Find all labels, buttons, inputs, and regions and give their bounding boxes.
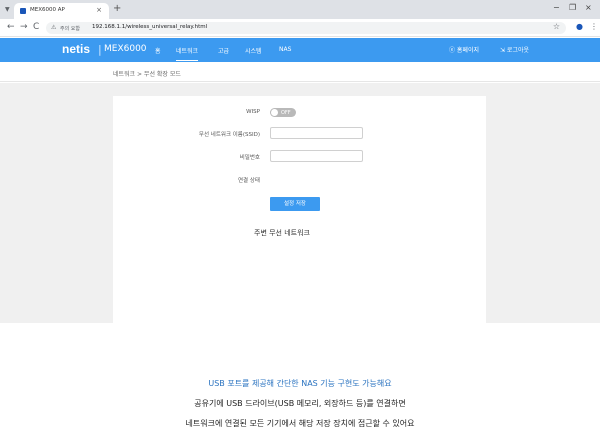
tab-search-icon[interactable]: ▼ bbox=[5, 6, 10, 13]
minimize-icon[interactable]: − bbox=[553, 3, 560, 12]
forward-icon[interactable]: → bbox=[20, 22, 28, 32]
logo-separator: | bbox=[98, 43, 102, 56]
tab-close-icon[interactable]: × bbox=[96, 6, 102, 14]
model-name: MEX6000 bbox=[104, 44, 147, 54]
nav-nas[interactable]: NAS bbox=[279, 46, 291, 53]
breadcrumb: 네트워크 > 무선 확장 모드 bbox=[113, 71, 181, 78]
ssid-input[interactable] bbox=[270, 127, 363, 139]
password-label: 비밀번호 bbox=[239, 155, 260, 161]
nav-advanced[interactable]: 고급 bbox=[218, 46, 229, 55]
homepage-link[interactable]: ⓔ 홈페이지 bbox=[449, 45, 479, 54]
caption-line-2: 네트워크에 연결된 모든 기기에서 해당 저장 장치에 접근할 수 있어요 bbox=[185, 419, 415, 428]
back-icon[interactable]: ← bbox=[7, 22, 15, 32]
ssid-label: 무선 네트워크 이름(SSID) bbox=[198, 132, 260, 138]
password-input[interactable] bbox=[270, 150, 363, 162]
browser-tab[interactable]: MEX6000 AP × bbox=[14, 3, 109, 19]
tab-title: MEX6000 AP bbox=[30, 7, 65, 13]
close-window-icon[interactable]: × bbox=[585, 3, 592, 12]
nav-network[interactable]: 네트워크 bbox=[176, 46, 199, 61]
favicon-icon bbox=[20, 8, 26, 14]
profile-icon[interactable]: ● bbox=[576, 22, 583, 31]
nav-home[interactable]: 홈 bbox=[155, 46, 161, 55]
toggle-knob bbox=[271, 109, 278, 116]
url-text[interactable]: 192.168.1.1/wireless_universal_relay.htm… bbox=[92, 24, 207, 30]
caption-headline: USB 포트를 제공해 간단한 NAS 기능 구현도 가능해요 bbox=[208, 379, 392, 388]
toggle-state: OFF bbox=[281, 109, 291, 116]
wisp-toggle[interactable]: OFF bbox=[270, 108, 296, 117]
maximize-icon[interactable]: ❐ bbox=[569, 3, 576, 12]
logout-link[interactable]: ⇲ 로그아웃 bbox=[500, 45, 529, 54]
nav-system[interactable]: 시스템 bbox=[245, 46, 262, 55]
breadcrumb-bar: 네트워크 > 무선 확장 모드 bbox=[0, 62, 600, 82]
settings-card: WISP OFF 무선 네트워크 이름(SSID) 비밀번호 연결 상태 설정 … bbox=[113, 96, 486, 323]
browser-menu-icon[interactable]: ⋮ bbox=[590, 22, 598, 31]
caption-line-1: 공유기에 USB 드라이브(USB 메모리, 외장하드 등)를 연결하면 bbox=[194, 399, 406, 408]
reload-icon[interactable]: C bbox=[33, 22, 39, 32]
warning-icon[interactable]: ⚠ bbox=[51, 24, 56, 31]
content-area: WISP OFF 무선 네트워크 이름(SSID) 비밀번호 연결 상태 설정 … bbox=[0, 83, 600, 323]
wisp-label: WISP bbox=[246, 109, 260, 115]
address-bar: ← → C ⚠ 주의 요함 192.168.1.1/wireless_unive… bbox=[0, 19, 600, 37]
router-header: netis | MEX6000 홈 네트워크 고급 시스템 NAS ⓔ 홈페이지… bbox=[0, 38, 600, 62]
save-settings-button[interactable]: 설정 저장 bbox=[270, 197, 320, 211]
netis-logo[interactable]: netis bbox=[62, 42, 90, 56]
connection-status-label: 연결 상태 bbox=[238, 178, 260, 184]
new-tab-icon[interactable]: + bbox=[113, 3, 121, 14]
bookmark-star-icon[interactable]: ☆ bbox=[553, 22, 560, 31]
nearby-networks-title: 주변 무선 네트워크 bbox=[254, 229, 310, 237]
url-omnibox[interactable]: ⚠ 주의 요함 192.168.1.1/wireless_universal_r… bbox=[46, 22, 566, 34]
browser-tab-bar: ▼ MEX6000 AP × + − ❐ × bbox=[0, 0, 600, 19]
security-status[interactable]: 주의 요함 bbox=[60, 25, 80, 32]
